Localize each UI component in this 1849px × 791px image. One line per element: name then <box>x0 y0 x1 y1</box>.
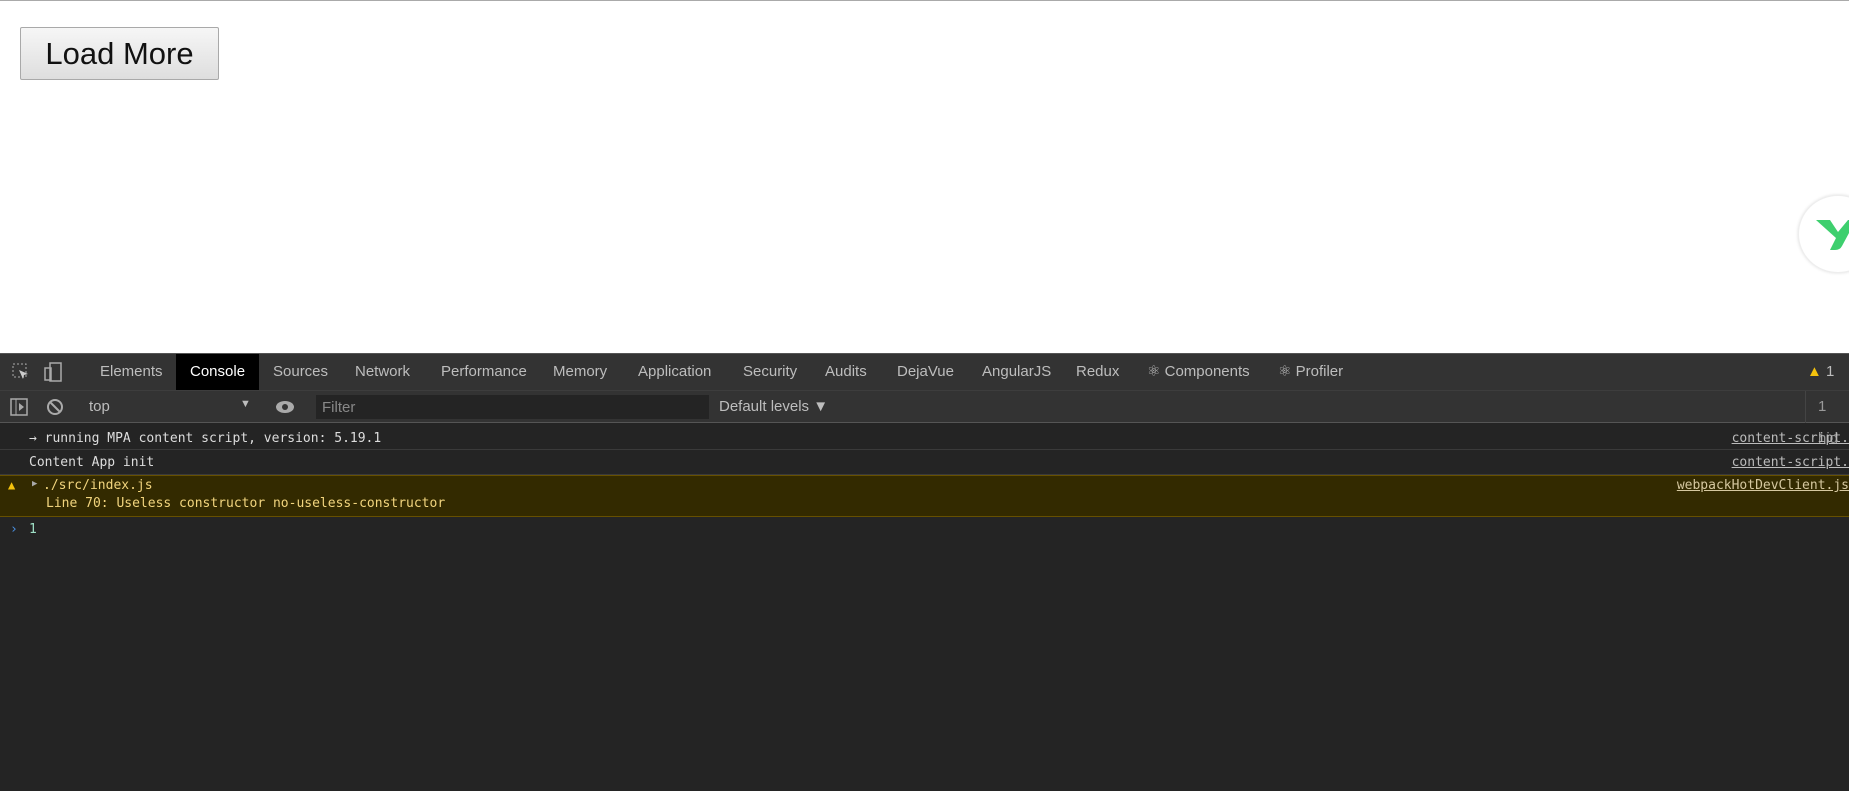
clear-console-icon[interactable] <box>46 398 64 420</box>
console-toolbar: top ▼ Default levels ▼ 1 hid <box>0 390 1849 447</box>
floating-extension-logo[interactable] <box>1798 195 1849 273</box>
message-source-link[interactable]: webpackHotDevClient.js <box>1677 478 1849 493</box>
context-selector[interactable]: top <box>89 398 110 415</box>
console-warning-message: ▲ ▶ ./src/index.js Line 70: Useless cons… <box>0 475 1849 517</box>
warning-count: 1 <box>1826 363 1835 380</box>
tab-redux[interactable]: Redux <box>1076 354 1119 390</box>
message-text: Content App init <box>29 455 155 470</box>
sidebar-toggle-icon[interactable] <box>10 398 28 420</box>
log-levels-dropdown[interactable]: Default levels ▼ <box>719 398 828 415</box>
tab-network[interactable]: Network <box>355 354 410 390</box>
tab-application[interactable]: Application <box>638 354 711 390</box>
tab-security[interactable]: Security <box>743 354 797 390</box>
expand-triangle-icon[interactable]: ▶ <box>32 479 37 489</box>
inspect-element-icon[interactable] <box>12 363 30 381</box>
warning-detail: Line 70: Useless constructor no-useless-… <box>46 496 446 511</box>
message-text: → running MPA content script, version: 5… <box>29 431 382 446</box>
tab-memory[interactable]: Memory <box>553 354 607 390</box>
tab-audits[interactable]: Audits <box>825 354 867 390</box>
console-message: → running MPA content script, version: 5… <box>0 427 1849 450</box>
warning-icon: ▲ <box>1807 363 1822 380</box>
hidden-messages-count: 1 hid <box>1805 391 1849 447</box>
message-source-link[interactable]: content-script. <box>1732 450 1849 475</box>
prompt-chevron-icon: › <box>10 522 18 537</box>
console-message: Content App init content-script. <box>0 450 1849 475</box>
eye-icon[interactable] <box>275 398 295 420</box>
logo-icon <box>1816 220 1849 250</box>
console-prompt[interactable]: › 1 <box>0 517 1849 543</box>
tab-components[interactable]: ⚛ Components <box>1147 354 1250 390</box>
tab-console[interactable]: Console <box>176 354 260 390</box>
chevron-down-icon[interactable]: ▼ <box>240 398 251 410</box>
devtools-tab-bar: Elements Console Sources Network Perform… <box>0 354 1849 390</box>
tab-angularjs[interactable]: AngularJS <box>982 354 1051 390</box>
load-more-button[interactable]: Load More <box>20 27 219 80</box>
top-border <box>0 0 1849 1</box>
tab-profiler[interactable]: ⚛ Profiler <box>1278 354 1343 390</box>
warning-icon: ▲ <box>8 478 16 492</box>
devtools-panel: Elements Console Sources Network Perform… <box>0 353 1849 791</box>
tab-sources[interactable]: Sources <box>273 354 328 390</box>
device-toolbar-icon[interactable] <box>44 362 62 382</box>
tab-dejavue[interactable]: DejaVue <box>897 354 954 390</box>
tab-performance[interactable]: Performance <box>441 354 527 390</box>
warning-counter[interactable]: ▲ 1 <box>1807 354 1834 390</box>
message-source-link[interactable]: content-script. <box>1732 427 1849 450</box>
prompt-input[interactable]: 1 <box>29 517 37 543</box>
tab-elements[interactable]: Elements <box>100 354 163 390</box>
warning-file[interactable]: ./src/index.js <box>43 478 153 493</box>
filter-input[interactable] <box>316 395 709 419</box>
